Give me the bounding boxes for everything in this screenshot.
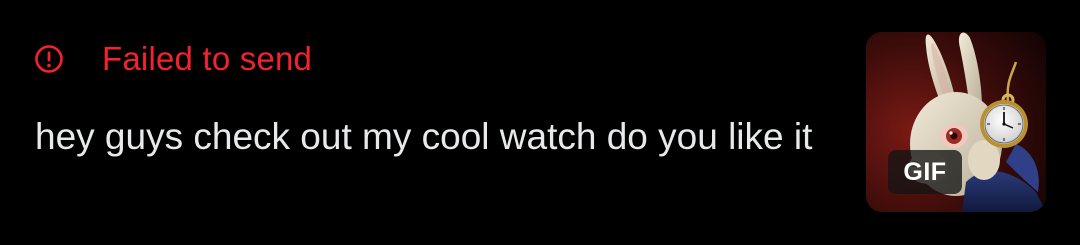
gif-badge: GIF xyxy=(888,150,962,194)
gif-thumbnail[interactable]: GIF xyxy=(866,32,1046,212)
failed-post-draft[interactable]: Failed to send hey guys check out my coo… xyxy=(0,0,1080,245)
message-text: hey guys check out my cool watch do you … xyxy=(35,116,813,157)
alert-circle-icon xyxy=(34,44,64,74)
failed-status-row[interactable]: Failed to send xyxy=(34,38,312,80)
failed-to-send-label: Failed to send xyxy=(102,40,313,77)
